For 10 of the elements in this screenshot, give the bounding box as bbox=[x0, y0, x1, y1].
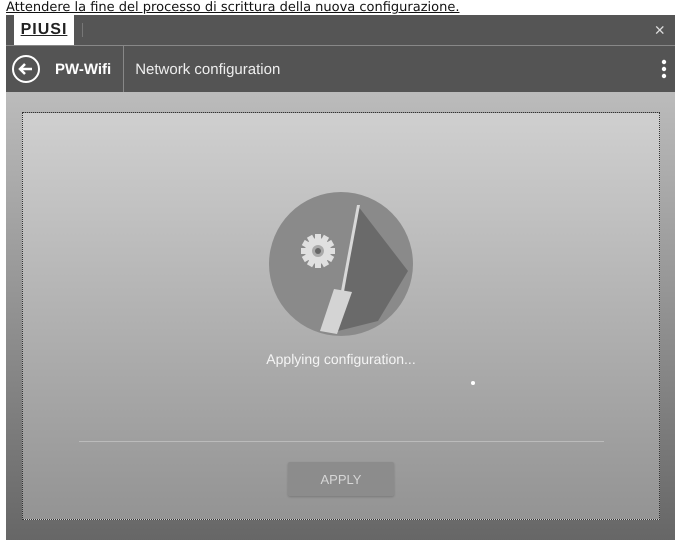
status-message: Applying configuration... bbox=[266, 351, 416, 367]
close-button[interactable]: × bbox=[650, 20, 669, 40]
logo: PIUSI bbox=[14, 15, 74, 45]
page-title: Network configuration bbox=[135, 60, 280, 78]
menu-button[interactable] bbox=[661, 59, 667, 79]
app-title: PW-Wifi bbox=[55, 60, 112, 78]
back-button[interactable] bbox=[11, 54, 41, 84]
more-vertical-icon bbox=[661, 59, 667, 79]
loading-dot bbox=[471, 381, 475, 385]
caption-text: Attendere la fine del processo di scrittura della nuova configurazione. bbox=[5, 0, 460, 15]
